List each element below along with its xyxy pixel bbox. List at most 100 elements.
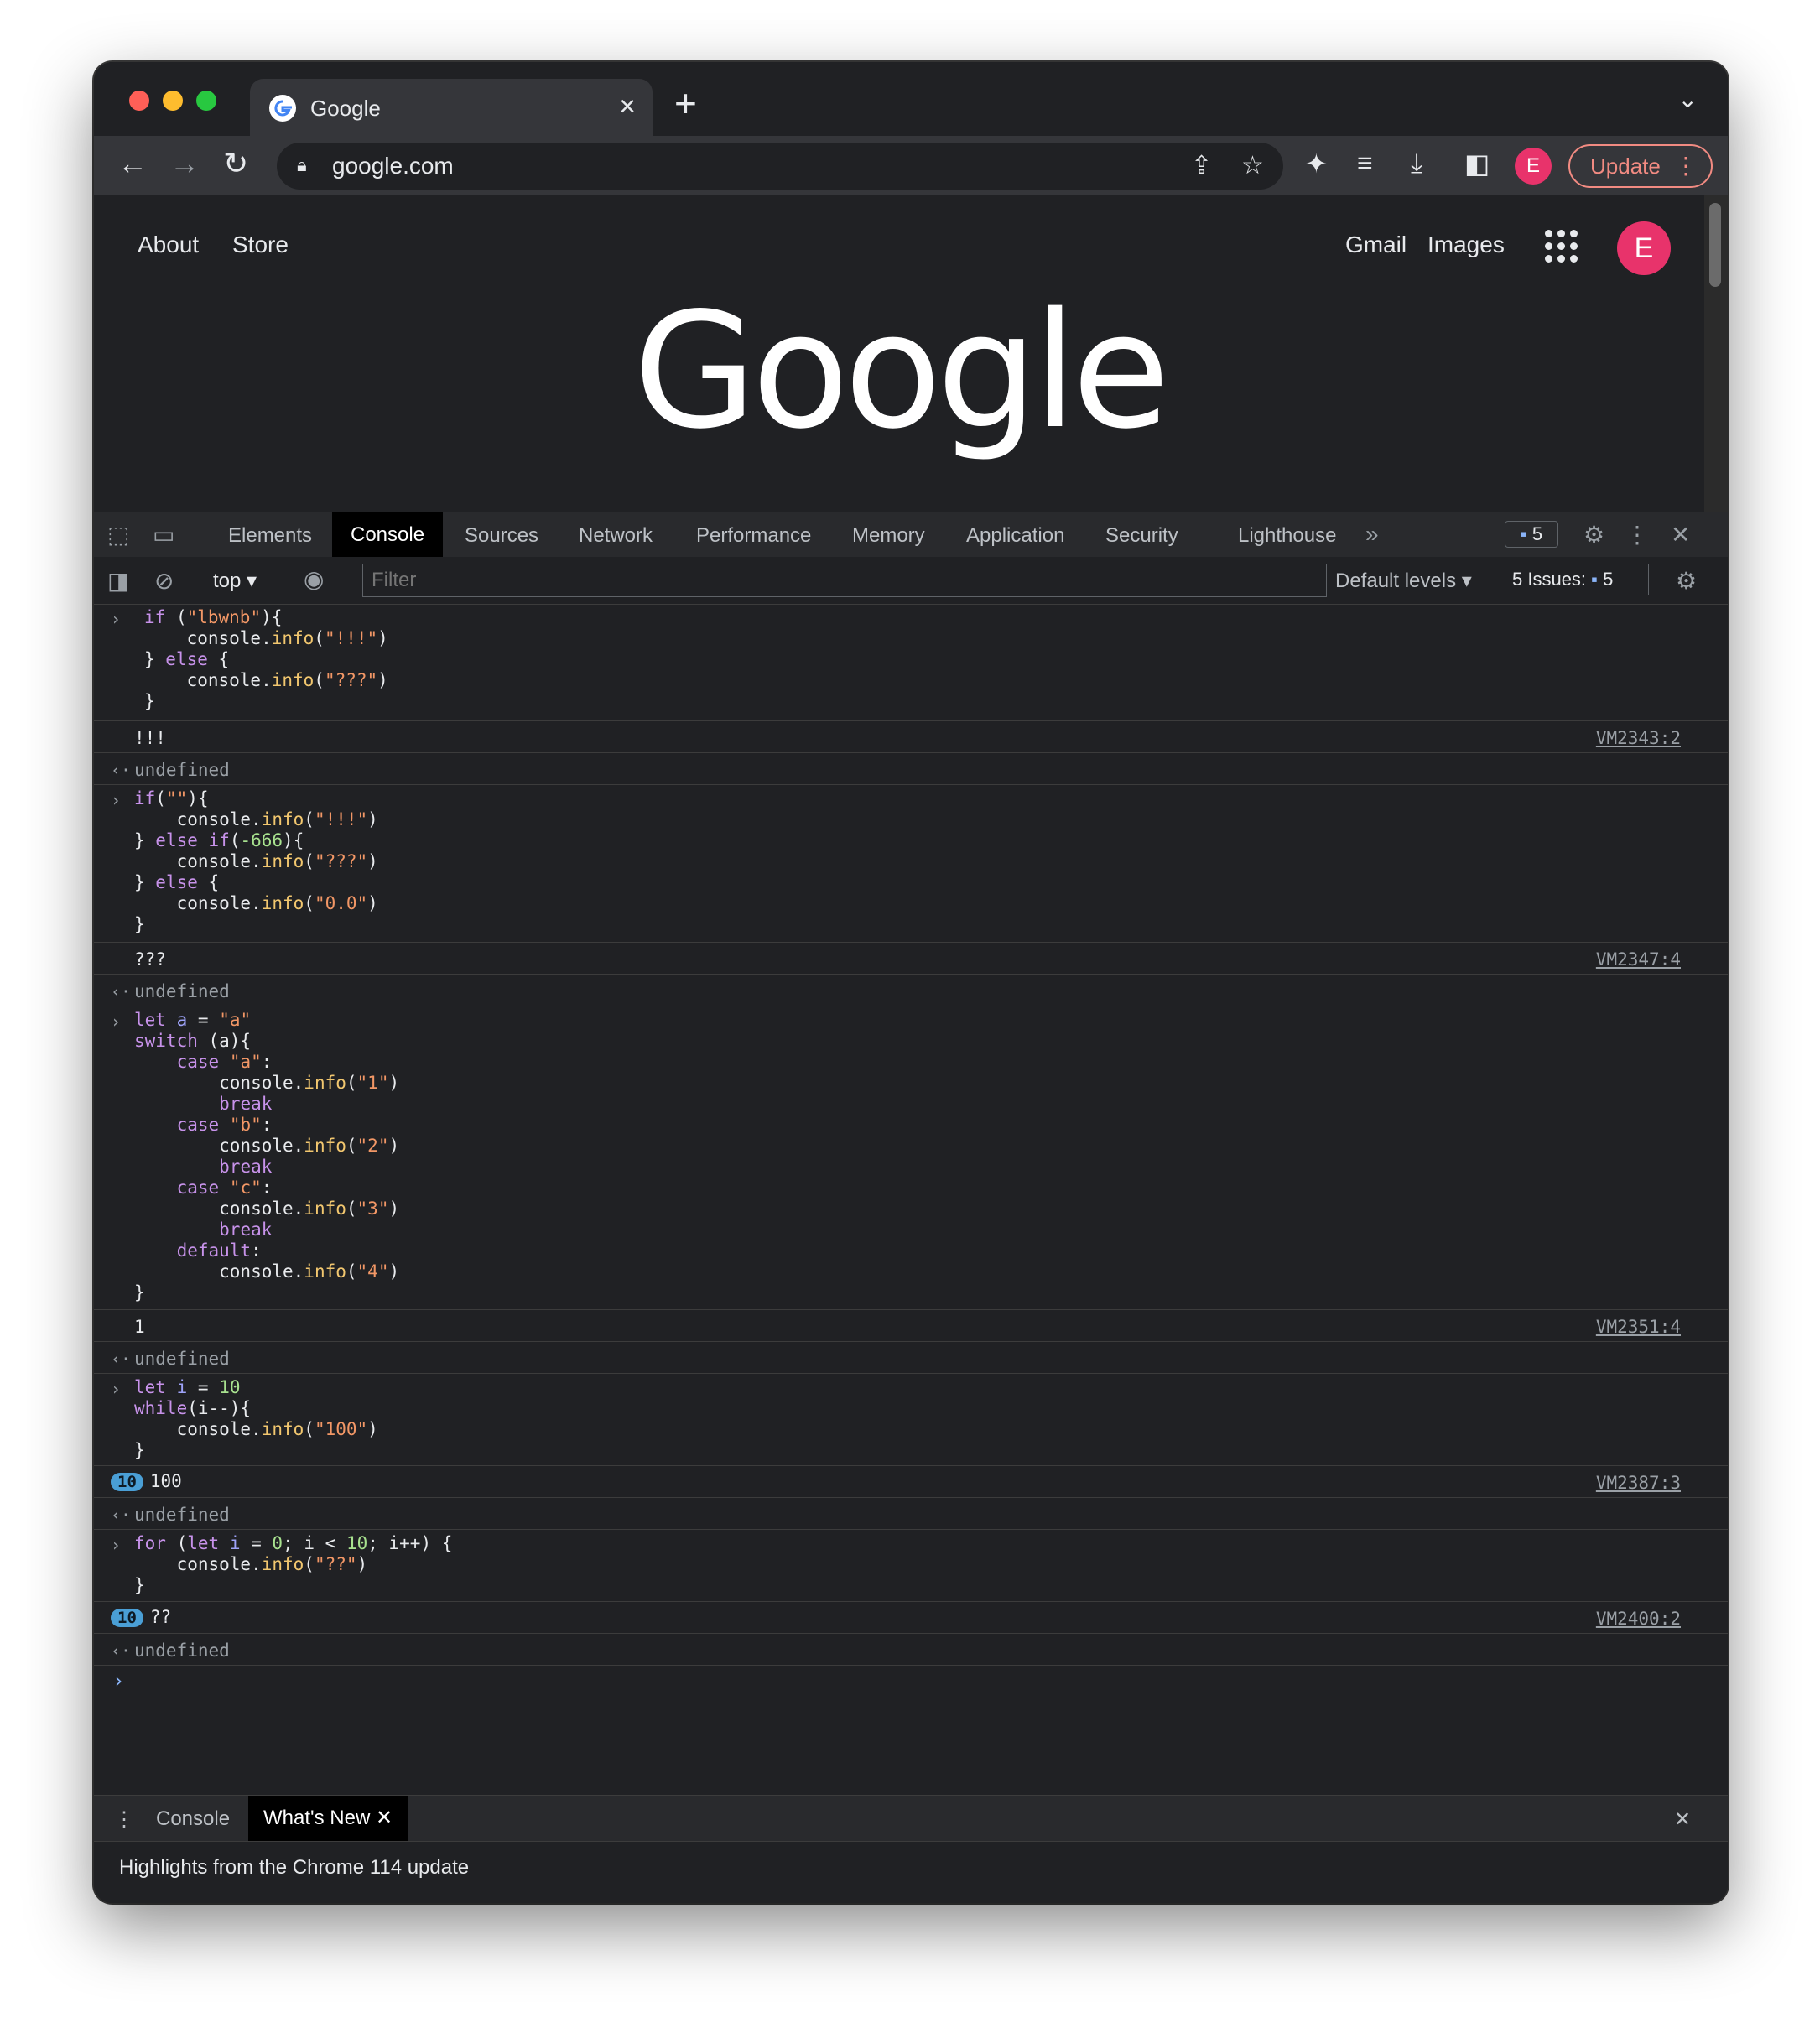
google-logo: Google bbox=[632, 278, 1170, 464]
share-icon[interactable]: ⇪ bbox=[1191, 151, 1212, 180]
minimize-window-button[interactable] bbox=[163, 91, 183, 111]
clear-console-icon[interactable]: ⊘ bbox=[154, 567, 174, 595]
issues-icon: ▪ bbox=[1591, 569, 1598, 590]
google-account-avatar[interactable]: E bbox=[1617, 221, 1671, 275]
new-tab-button[interactable]: + bbox=[674, 81, 697, 126]
console-input-entry: › let i = 10 while(i--){ console.info("1… bbox=[94, 1374, 1728, 1466]
source-link[interactable]: VM2347:4 bbox=[1596, 949, 1681, 970]
result-arrow-icon: ‹· bbox=[111, 1505, 132, 1525]
browser-window: Google × + ⌄ ← → ↻ 🔒︎ google.com ⇪ ☆ ✦ ≡… bbox=[94, 62, 1728, 1903]
close-window-button[interactable] bbox=[129, 91, 149, 111]
inspect-element-icon[interactable]: ⬚ bbox=[107, 521, 129, 549]
console-output-row: 10?? VM2400:2 bbox=[94, 1602, 1728, 1634]
console-prompt-input[interactable]: › bbox=[112, 1669, 124, 1693]
tab-memory[interactable]: Memory bbox=[852, 524, 925, 548]
browser-tab-google[interactable]: Google × bbox=[250, 79, 653, 138]
code-block: if(""){ console.info("!!!") } else if(-6… bbox=[134, 788, 378, 934]
devtools-panel: ⬚ ▭ Elements Console Sources Network Per… bbox=[94, 512, 1728, 1903]
close-whats-new-icon[interactable]: ✕ bbox=[376, 1807, 393, 1829]
profile-avatar[interactable]: E bbox=[1515, 148, 1552, 185]
console-input-entry: › if ("lbwnb"){ console.info("!!!") } el… bbox=[94, 604, 1728, 721]
code-block: let i = 10 while(i--){ console.info("100… bbox=[134, 1377, 378, 1460]
about-link[interactable]: About bbox=[138, 231, 199, 258]
source-link[interactable]: VM2343:2 bbox=[1596, 728, 1681, 748]
input-chevron-icon: › bbox=[111, 609, 122, 629]
live-expression-eye-icon[interactable]: ◉ bbox=[304, 565, 324, 593]
tab-strip: Google × + ⌄ bbox=[94, 62, 1728, 138]
console-result-row: ‹· undefined bbox=[94, 1634, 1728, 1666]
settings-gear-icon[interactable]: ⚙ bbox=[1583, 521, 1604, 549]
google-homepage: About Store Gmail Images E Google bbox=[94, 195, 1704, 512]
page-scroll-thumb[interactable] bbox=[1709, 203, 1721, 287]
images-link[interactable]: Images bbox=[1427, 231, 1505, 258]
reload-button[interactable]: ↻ bbox=[223, 146, 248, 181]
log-output: 100 bbox=[149, 1471, 182, 1491]
tab-sources[interactable]: Sources bbox=[465, 524, 538, 548]
drawer-menu-icon[interactable]: ⋮ bbox=[114, 1807, 134, 1832]
console-input-entry: › for (let i = 0; i < 10; i++) { console… bbox=[94, 1530, 1728, 1602]
tab-console[interactable]: Console bbox=[332, 512, 444, 558]
url-text[interactable]: google.com bbox=[332, 153, 454, 179]
console-log: › if ("lbwnb"){ console.info("!!!") } el… bbox=[94, 604, 1728, 1854]
source-link[interactable]: VM2400:2 bbox=[1596, 1609, 1681, 1629]
google-apps-icon[interactable] bbox=[1545, 230, 1578, 263]
log-levels-dropdown[interactable]: Default levels ▾ bbox=[1335, 569, 1472, 593]
update-button[interactable]: Update ⋮ bbox=[1568, 144, 1713, 188]
context-label: top bbox=[213, 569, 242, 592]
download-icon[interactable]: ⤓ bbox=[1411, 148, 1422, 179]
tab-search-chevron-icon[interactable]: ⌄ bbox=[1678, 86, 1698, 113]
device-toolbar-icon[interactable]: ▭ bbox=[153, 521, 174, 549]
drawer-tab-whats-new[interactable]: What's New ✕ bbox=[248, 1796, 408, 1841]
console-output-row: ??? VM2347:4 bbox=[94, 943, 1728, 975]
page-scrollbar[interactable] bbox=[1704, 195, 1728, 512]
maximize-window-button[interactable] bbox=[196, 91, 216, 111]
devtools-tab-bar: ⬚ ▭ Elements Console Sources Network Per… bbox=[94, 512, 1728, 559]
console-output-row: !!! VM2343:2 bbox=[94, 721, 1728, 753]
source-link[interactable]: VM2351:4 bbox=[1596, 1317, 1681, 1337]
extensions-icon[interactable]: ✦ bbox=[1305, 148, 1328, 179]
close-devtools-icon[interactable]: ✕ bbox=[1671, 521, 1690, 549]
gmail-link[interactable]: Gmail bbox=[1345, 231, 1407, 258]
close-tab-icon[interactable]: × bbox=[619, 91, 636, 123]
console-filter-input[interactable] bbox=[362, 564, 1327, 597]
console-input-entry: › let a = "a" switch (a){ case "a": cons… bbox=[94, 1006, 1728, 1310]
media-control-icon[interactable]: ≡ bbox=[1357, 148, 1373, 179]
console-result-row: ‹· undefined bbox=[94, 753, 1728, 785]
tab-network[interactable]: Network bbox=[579, 524, 653, 548]
messages-badge[interactable]: ▪ 5 bbox=[1505, 521, 1558, 548]
tab-lighthouse[interactable]: Lighthouse bbox=[1238, 524, 1336, 548]
log-output: !!! bbox=[134, 728, 166, 748]
tab-application[interactable]: Application bbox=[966, 524, 1064, 548]
forward-button[interactable]: → bbox=[169, 146, 200, 181]
close-drawer-icon[interactable]: ✕ bbox=[1674, 1807, 1691, 1832]
code-block: if ("lbwnb"){ console.info("!!!") } else… bbox=[144, 607, 388, 711]
store-link[interactable]: Store bbox=[232, 231, 289, 258]
console-output-row: 10 100 VM2387:3 bbox=[94, 1466, 1728, 1498]
console-result-row: ‹· undefined bbox=[94, 975, 1728, 1006]
side-panel-icon[interactable]: ◧ bbox=[1464, 148, 1490, 179]
back-button[interactable]: ← bbox=[117, 146, 148, 181]
tab-security[interactable]: Security bbox=[1105, 524, 1178, 548]
sidebar-toggle-icon[interactable]: ◨ bbox=[107, 567, 129, 595]
log-output-group: 10 100 bbox=[111, 1471, 182, 1491]
lock-icon[interactable]: 🔒︎ bbox=[297, 154, 307, 176]
message-icon: ▪ bbox=[1520, 523, 1527, 544]
context-selector[interactable]: top ▾ bbox=[213, 569, 257, 593]
source-link[interactable]: VM2387:3 bbox=[1596, 1473, 1681, 1493]
code-block: for (let i = 0; i < 10; i++) { console.i… bbox=[134, 1533, 453, 1595]
console-settings-gear-icon[interactable]: ⚙ bbox=[1676, 567, 1697, 595]
tab-elements[interactable]: Elements bbox=[228, 524, 312, 548]
devtools-menu-icon[interactable]: ⋮ bbox=[1625, 521, 1649, 549]
update-label: Update bbox=[1590, 153, 1661, 179]
bookmark-star-icon[interactable]: ☆ bbox=[1241, 151, 1264, 180]
code-block: let a = "a" switch (a){ case "a": consol… bbox=[134, 1010, 400, 1303]
address-bar[interactable]: 🔒︎ google.com ⇪ ☆ bbox=[277, 143, 1283, 190]
browser-toolbar: ← → ↻ 🔒︎ google.com ⇪ ☆ ✦ ≡ ⤓ ◧ E Update… bbox=[94, 136, 1728, 195]
more-tabs-chevron-icon[interactable]: » bbox=[1365, 521, 1379, 548]
drawer-tab-console[interactable]: Console bbox=[156, 1807, 230, 1831]
more-menu-icon: ⋮ bbox=[1674, 153, 1698, 179]
input-chevron-icon: › bbox=[111, 790, 122, 810]
tab-performance[interactable]: Performance bbox=[696, 524, 811, 548]
issues-badge[interactable]: 5 Issues: ▪ 5 bbox=[1500, 564, 1649, 595]
whats-new-highlight: Highlights from the Chrome 114 update bbox=[119, 1856, 470, 1879]
